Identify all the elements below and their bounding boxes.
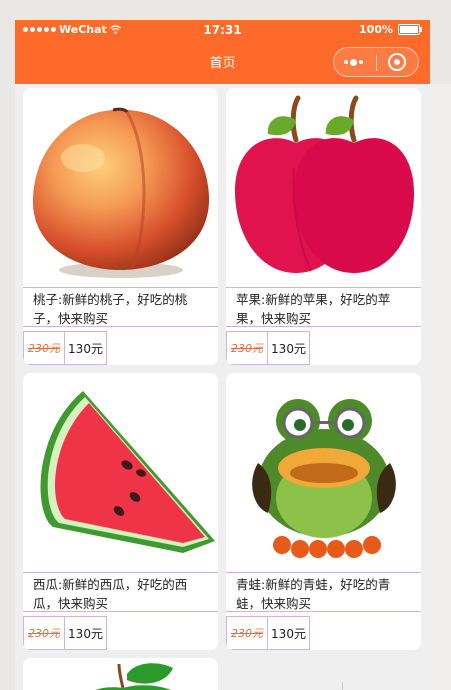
battery-percent: 100% [359, 23, 393, 36]
product-description: 桃子:新鲜的桃子，好吃的桃子，快来购买 [23, 287, 218, 327]
status-bar: WeChat 17:31 100% [15, 20, 430, 40]
original-price: 230元 [23, 331, 65, 365]
battery-indicator: 100% [359, 23, 422, 36]
partial-product-image [95, 663, 173, 690]
price-row: 230元 130元 [226, 331, 310, 365]
product-description: 青蛙:新鲜的青蛙，好吃的青蛙，快来购买 [226, 572, 421, 612]
capsule-divider [376, 55, 377, 71]
divider [342, 682, 343, 690]
sale-price: 130元 [65, 616, 107, 650]
product-grid: 桃子:新鲜的桃子，好吃的桃子，快来购买 230元 130元 苹果:新鲜的苹果，好… [23, 88, 423, 690]
frog-image [226, 373, 421, 573]
original-price: 230元 [226, 331, 268, 365]
product-card-peach[interactable]: 桃子:新鲜的桃子，好吃的桃子，快来购买 230元 130元 [23, 88, 218, 365]
product-card-frog[interactable]: 青蛙:新鲜的青蛙，好吃的青蛙，快来购买 230元 130元 [226, 373, 421, 650]
price-row: 230元 130元 [23, 616, 107, 650]
battery-icon [398, 24, 422, 35]
phone-screen: WeChat 17:31 100% 首页 桃子:新鲜的桃子，好吃的桃子，快来购买… [15, 20, 430, 690]
sale-price: 130元 [268, 331, 310, 365]
sale-price: 130元 [65, 331, 107, 365]
peach-image [23, 88, 218, 288]
price-row: 230元 130元 [23, 331, 107, 365]
more-options-button[interactable] [344, 56, 368, 68]
product-card-watermelon[interactable]: 西瓜:新鲜的西瓜，好吃的西瓜，快来购买 230元 130元 [23, 373, 218, 650]
close-button[interactable] [388, 53, 406, 71]
sale-price: 130元 [268, 616, 310, 650]
scrollbar-track[interactable] [430, 84, 451, 690]
top-header: WeChat 17:31 100% 首页 [15, 20, 430, 84]
apple-image [226, 88, 421, 288]
product-description: 苹果:新鲜的苹果，好吃的苹果，快来购买 [226, 287, 421, 327]
product-card-apple[interactable]: 苹果:新鲜的苹果，好吃的苹果，快来购买 230元 130元 [226, 88, 421, 365]
product-card-partial[interactable] [23, 658, 218, 690]
original-price: 230元 [226, 616, 268, 650]
watermelon-image [23, 373, 218, 573]
product-description: 西瓜:新鲜的西瓜，好吃的西瓜，快来购买 [23, 572, 218, 612]
original-price: 230元 [23, 616, 65, 650]
price-row: 230元 130元 [226, 616, 310, 650]
mini-program-capsule [333, 47, 419, 77]
